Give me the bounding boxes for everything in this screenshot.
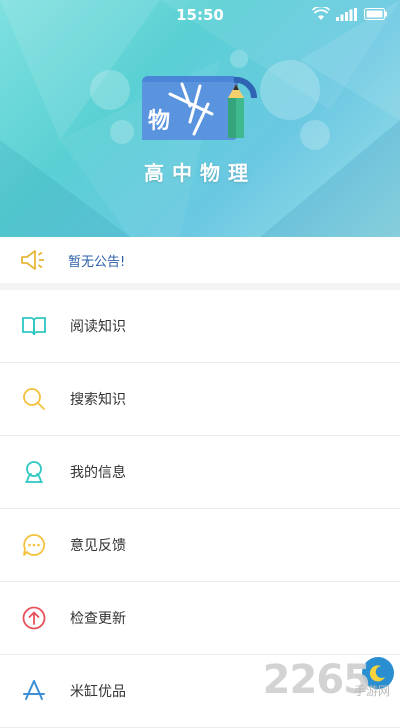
signal-icon <box>336 7 357 21</box>
bokeh-light <box>110 120 134 144</box>
megaphone-icon <box>20 248 46 272</box>
menu-item-update[interactable]: 检查更新 <box>0 582 400 655</box>
menu-item-label: 我的信息 <box>70 465 126 481</box>
status-bar: 15:50 <box>0 0 400 30</box>
menu-item-label: 阅读知识 <box>70 319 126 335</box>
logo-text: 物 <box>148 108 170 134</box>
menu-item-label: 米缸优品 <box>70 684 126 700</box>
notice-bar: 暂无公告! <box>0 237 400 283</box>
app-title: 高中物理 <box>144 161 256 185</box>
app-logo: 物 <box>142 76 258 140</box>
menu-item-read[interactable]: 阅读知识 <box>0 290 400 363</box>
menu-item-profile[interactable]: 我的信息 <box>0 436 400 509</box>
menu-item-search[interactable]: 搜索知识 <box>0 363 400 436</box>
search-icon <box>21 386 47 412</box>
user-icon <box>21 459 47 485</box>
bokeh-light <box>300 120 330 150</box>
site-watermark: 2265 手游网 <box>263 657 394 703</box>
update-icon <box>21 605 47 631</box>
watermark-sub: 手游网 <box>353 684 390 698</box>
menu-item-label: 搜索知识 <box>70 392 126 408</box>
bokeh-light <box>90 70 130 110</box>
battery-icon <box>364 8 387 20</box>
bokeh-light <box>260 60 320 120</box>
menu-item-label: 检查更新 <box>70 611 126 627</box>
chat-icon <box>21 532 47 558</box>
appstore-icon <box>21 678 47 704</box>
wifi-icon <box>312 7 330 20</box>
menu-item-feedback[interactable]: 意见反馈 <box>0 509 400 582</box>
book-icon <box>21 313 47 339</box>
menu-item-label: 意见反馈 <box>70 538 126 554</box>
bokeh-light <box>230 50 248 68</box>
notice-text: 暂无公告! <box>68 254 126 270</box>
